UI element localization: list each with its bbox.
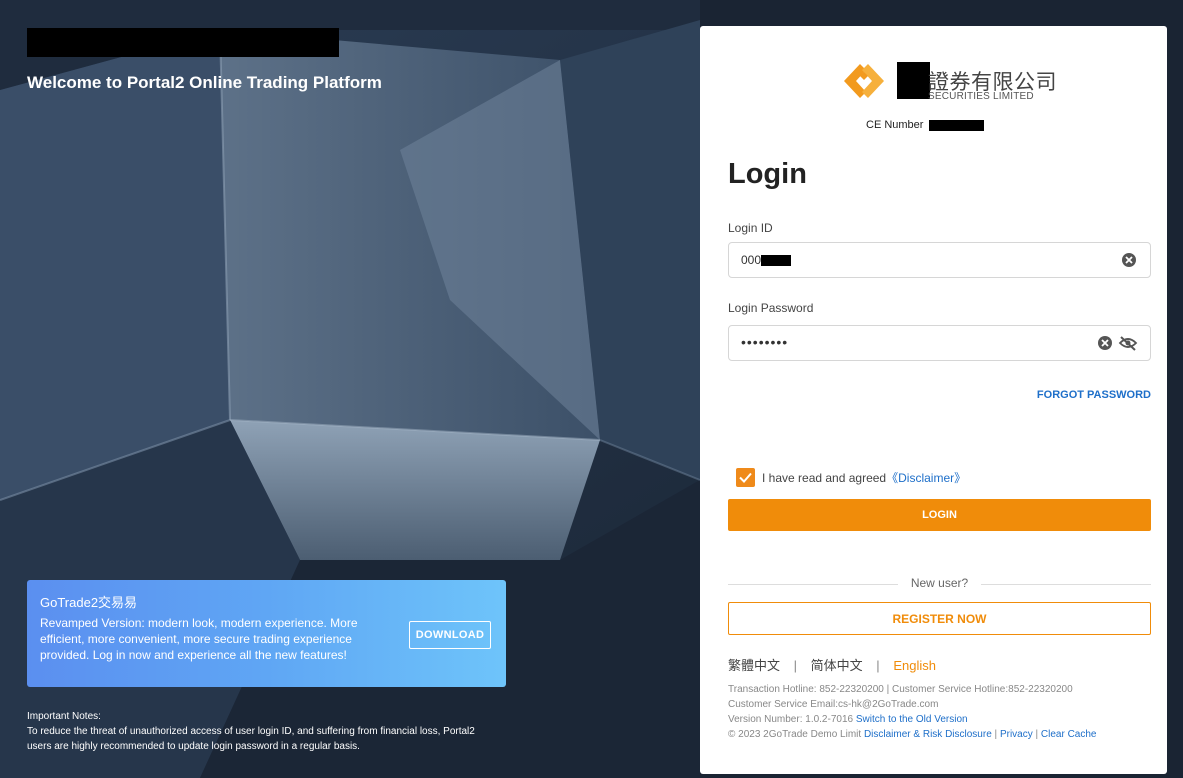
lang-separator: | bbox=[876, 658, 880, 673]
eye-hidden-icon[interactable] bbox=[1118, 335, 1138, 351]
ce-number-label: CE Number bbox=[866, 119, 924, 131]
agree-checkbox[interactable] bbox=[736, 468, 755, 487]
agree-text: I have read and agreed《Disclaimer》 bbox=[762, 471, 967, 485]
lang-simplified-chinese[interactable]: 简体中文 bbox=[811, 658, 863, 673]
login-id-value: 000 bbox=[741, 253, 792, 267]
notes-heading: Important Notes: bbox=[27, 711, 101, 722]
logo-icon bbox=[844, 64, 884, 98]
password-field[interactable]: •••••••• bbox=[728, 325, 1151, 361]
clear-cache-link[interactable]: Clear Cache bbox=[1041, 729, 1097, 740]
new-user-divider: New user? bbox=[728, 576, 1151, 591]
welcome-title: Welcome to Portal2 Online Trading Platfo… bbox=[27, 73, 382, 92]
checkmark-icon bbox=[739, 472, 752, 483]
old-version-link[interactable]: Switch to the Old Version bbox=[856, 714, 968, 725]
version-text: Version Number: 1.0.2-7016 bbox=[728, 714, 854, 725]
promo-banner: GoTrade2交易易 Revamped Version: modern loo… bbox=[27, 580, 506, 687]
page-title: Login bbox=[728, 158, 807, 190]
redacted-bar bbox=[27, 28, 339, 57]
copyright-row: © 2023 2GoTrade Demo Limit Disclaimer & … bbox=[728, 727, 1097, 742]
footer-separator: | bbox=[1035, 729, 1039, 740]
important-notes: Important Notes: To reduce the threat of… bbox=[27, 709, 487, 754]
promo-title: GoTrade2交易易 bbox=[40, 595, 138, 610]
password-label: Login Password bbox=[728, 301, 814, 315]
email-text: Customer Service Email:cs-hk@2GoTrade.co… bbox=[728, 699, 939, 710]
login-panel: 證券有限公司 SECURITIES LIMITED CE Number Logi… bbox=[700, 26, 1167, 774]
divider-line bbox=[981, 584, 1151, 585]
disclaimer-risk-link[interactable]: Disclaimer & Risk Disclosure bbox=[864, 729, 992, 740]
login-id-label: Login ID bbox=[728, 221, 773, 235]
download-button[interactable]: DOWNLOAD bbox=[409, 621, 491, 649]
ce-number: CE Number bbox=[866, 119, 984, 131]
register-button[interactable]: REGISTER NOW bbox=[728, 602, 1151, 635]
footer-separator: | bbox=[994, 729, 998, 740]
lang-traditional-chinese[interactable]: 繁體中文 bbox=[728, 658, 780, 673]
lang-english[interactable]: English bbox=[893, 658, 936, 673]
password-value: •••••••• bbox=[741, 334, 789, 350]
logo-english-text: SECURITIES LIMITED bbox=[928, 91, 1034, 102]
disclaimer-agreement: I have read and agreed《Disclaimer》 bbox=[736, 468, 966, 487]
redacted-ce-number bbox=[928, 119, 984, 131]
redacted-logo-name bbox=[897, 62, 930, 99]
clear-icon[interactable] bbox=[1121, 252, 1137, 268]
redacted-login-id bbox=[761, 255, 792, 267]
footer: Transaction Hotline: 852-22320200 | Cust… bbox=[728, 682, 1097, 742]
forgot-password-link[interactable]: FORGOT PASSWORD bbox=[1037, 389, 1151, 401]
lang-separator: | bbox=[793, 658, 798, 673]
login-button[interactable]: LOGIN bbox=[728, 499, 1151, 531]
clear-icon[interactable] bbox=[1097, 335, 1113, 351]
new-user-text: New user? bbox=[910, 576, 969, 590]
notes-text: To reduce the threat of unauthorized acc… bbox=[27, 726, 475, 752]
login-id-field[interactable]: 000 bbox=[728, 242, 1151, 278]
version-row: Version Number: 1.0.2-7016 Switch to the… bbox=[728, 712, 1097, 727]
hotline-text: Transaction Hotline: 852-22320200 | Cust… bbox=[728, 684, 1073, 695]
promo-text: Revamped Version: modern look, modern ex… bbox=[40, 616, 358, 662]
copyright-text: © 2023 2GoTrade Demo Limit bbox=[728, 729, 862, 740]
privacy-link[interactable]: Privacy bbox=[1000, 729, 1033, 740]
disclaimer-link[interactable]: 《Disclaimer》 bbox=[886, 471, 966, 485]
language-switcher: 繁體中文 | 简体中文 | English bbox=[728, 655, 936, 674]
